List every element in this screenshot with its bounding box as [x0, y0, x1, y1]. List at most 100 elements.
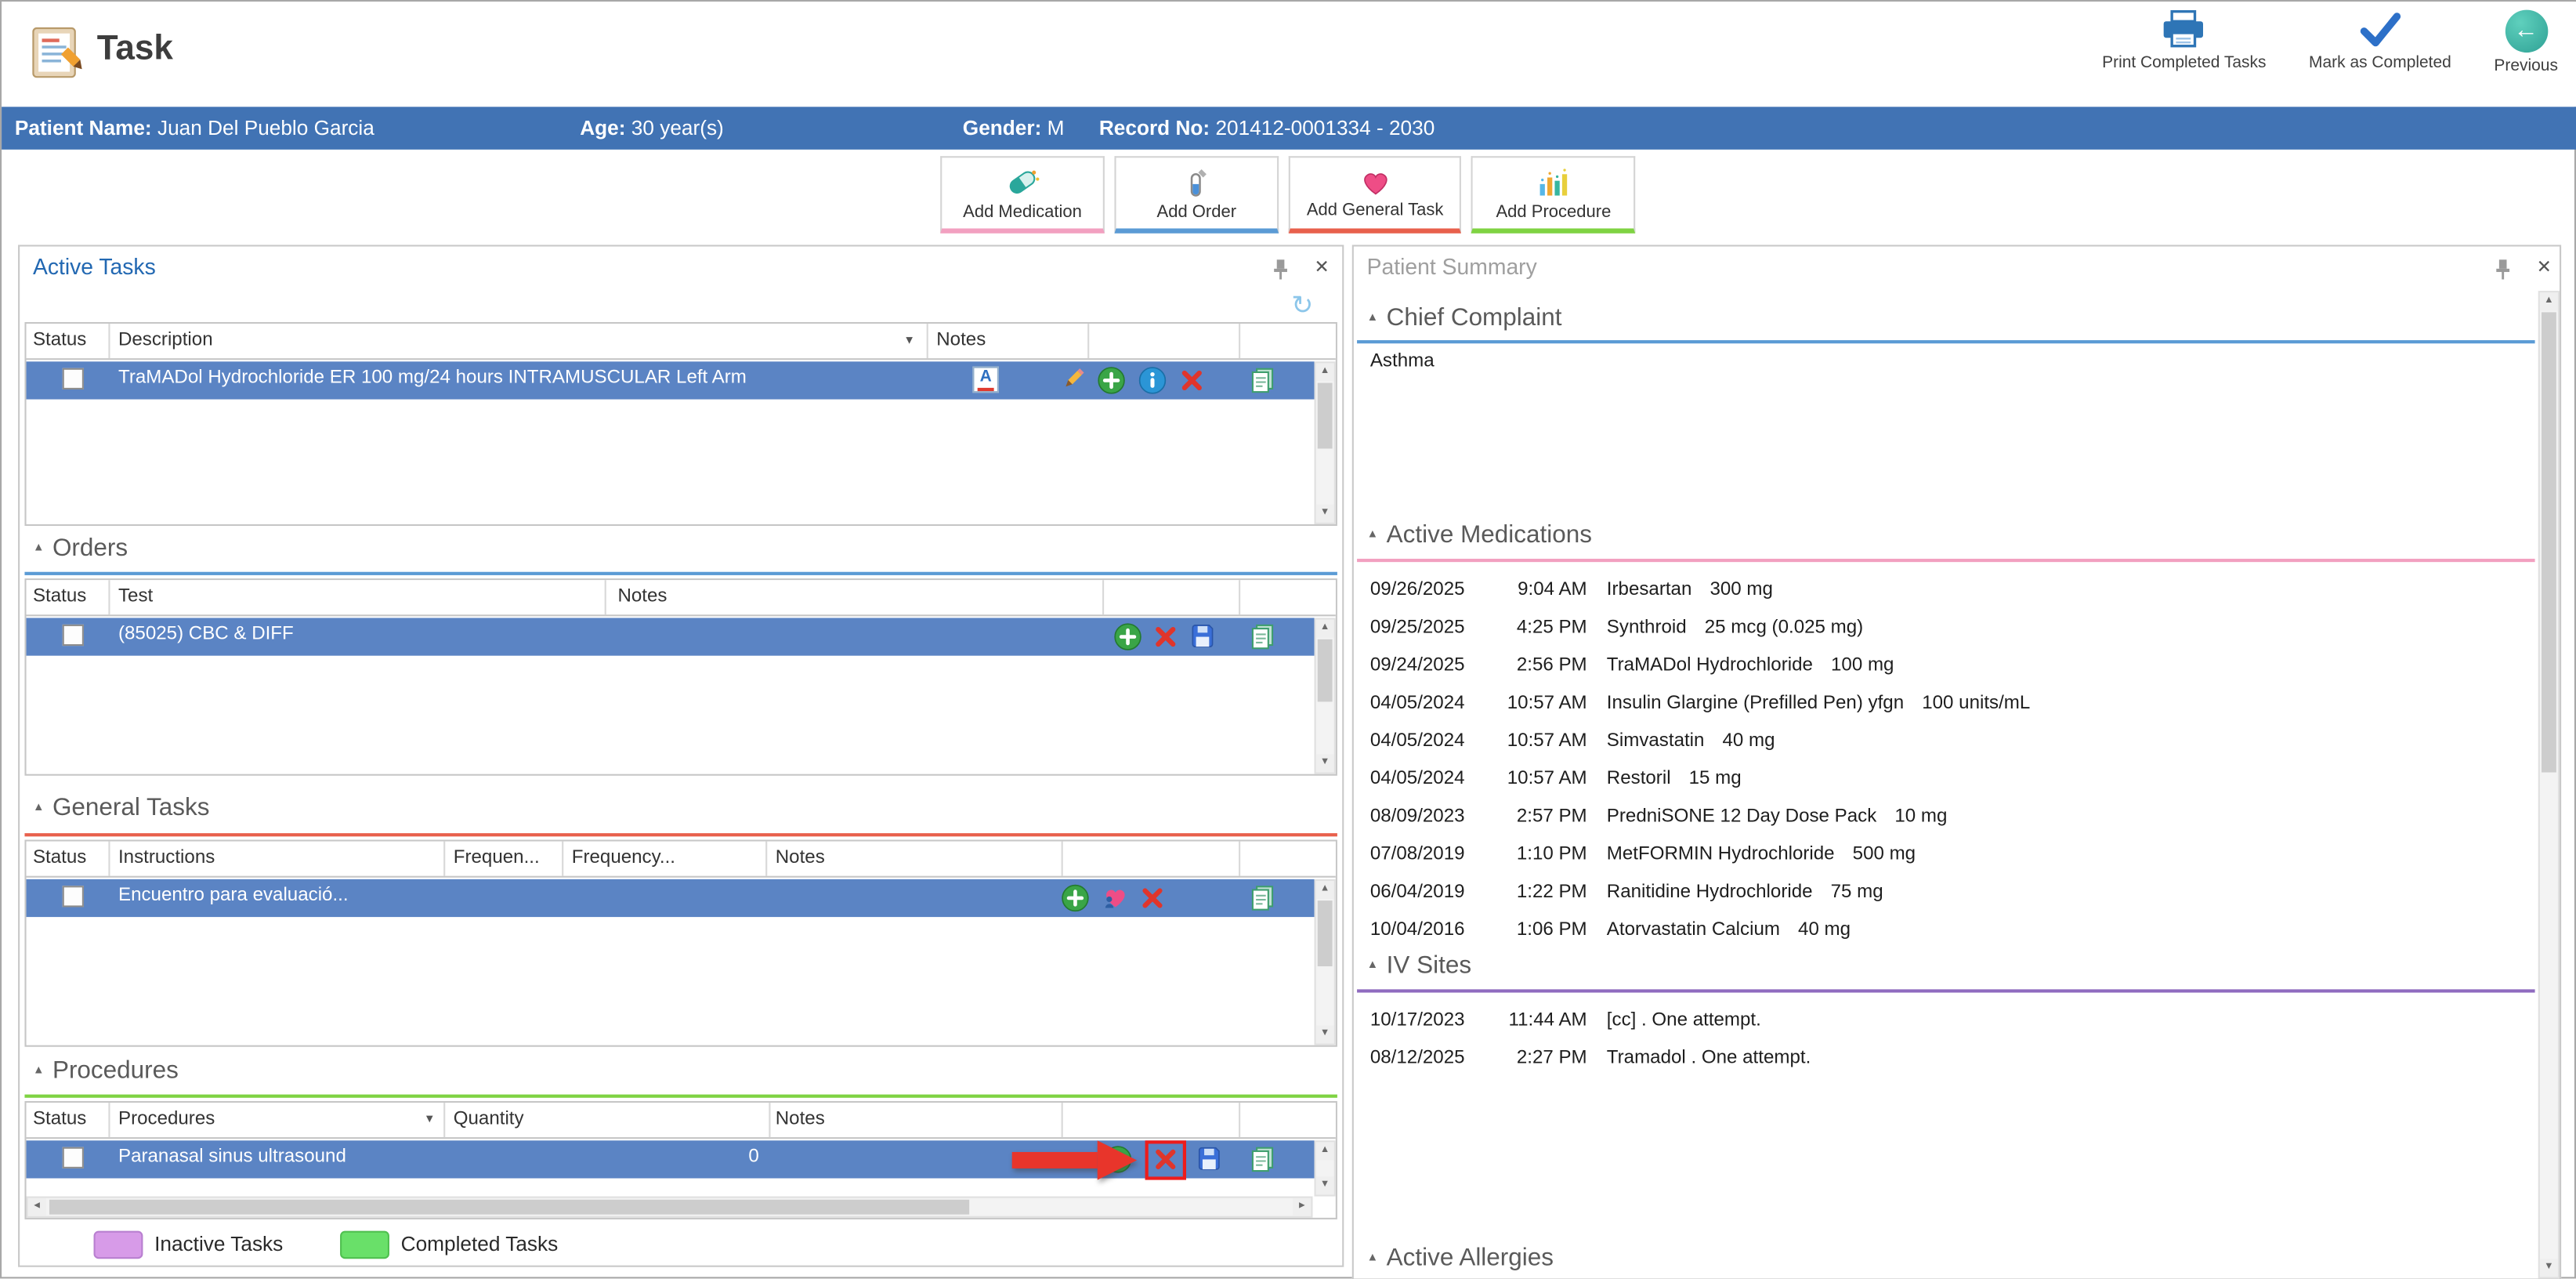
copy-task-icon[interactable] — [1249, 623, 1277, 651]
scrollbar-thumb[interactable] — [49, 1200, 969, 1215]
scroll-up-icon[interactable]: ▲ — [1316, 363, 1334, 381]
refresh-icon[interactable]: ↻ — [1291, 289, 1313, 322]
task-row[interactable]: TraMADol Hydrochloride ER 100 mg/24 hour… — [27, 361, 1315, 399]
scroll-up-icon[interactable]: ▲ — [1316, 881, 1334, 899]
info-icon[interactable] — [1138, 367, 1167, 395]
procedures-scrollbar[interactable]: ▲ ▼ — [1315, 1140, 1336, 1196]
scrollbar-thumb[interactable] — [1318, 383, 1333, 449]
pin-icon[interactable] — [2494, 258, 2512, 281]
column-notes[interactable]: Notes — [936, 330, 986, 350]
medication-row[interactable]: 04/05/2024 10:57 AM Simvastatin40 mg — [1354, 723, 2534, 761]
status-checkbox[interactable] — [63, 625, 84, 646]
add-general-task-button[interactable]: Add General Task — [1289, 156, 1462, 234]
iv-sites-section-header[interactable]: ▲ IV Sites — [1367, 951, 1471, 980]
medication-row[interactable]: 04/05/2024 10:57 AM Restoril15 mg — [1354, 761, 2534, 799]
vitals-heart-icon[interactable] — [1101, 884, 1131, 911]
column-procedures[interactable]: Procedures — [118, 1109, 215, 1129]
column-instructions[interactable]: Instructions — [118, 848, 215, 868]
scroll-up-icon[interactable]: ▲ — [1316, 620, 1334, 638]
scrollbar-thumb[interactable] — [1318, 900, 1333, 966]
status-checkbox[interactable] — [63, 1147, 84, 1168]
collapse-icon[interactable]: ▲ — [33, 1065, 45, 1077]
scroll-down-icon[interactable]: ▼ — [1316, 505, 1334, 523]
chief-complaint-section-header[interactable]: ▲ Chief Complaint — [1367, 304, 1562, 332]
medication-row[interactable]: 08/09/2023 2:57 PM PredniSONE 12 Day Dos… — [1354, 799, 2534, 836]
active-medications-section-header[interactable]: ▲ Active Medications — [1367, 521, 1592, 549]
add-procedure-button[interactable]: Add Procedure — [1471, 156, 1636, 234]
medication-row[interactable]: 09/25/2025 4:25 PM Synthroid25 mcg (0.02… — [1354, 610, 2534, 647]
add-medication-button[interactable]: Add Medication — [940, 156, 1105, 234]
add-icon[interactable] — [1114, 623, 1142, 651]
medication-row[interactable]: 09/24/2025 2:56 PM TraMADol Hydrochlorid… — [1354, 647, 2534, 685]
scroll-right-icon[interactable]: ► — [1293, 1198, 1311, 1216]
column-notes[interactable]: Notes — [776, 1109, 825, 1129]
medication-row[interactable]: 07/08/2019 1:10 PM MetFORMIN Hydrochlori… — [1354, 836, 2534, 874]
copy-task-icon[interactable] — [1249, 884, 1277, 912]
delete-x-icon[interactable] — [1153, 1147, 1178, 1172]
column-status[interactable]: Status — [33, 587, 86, 607]
mark-as-completed-button[interactable]: Mark as Completed — [2309, 10, 2451, 76]
copy-task-icon[interactable] — [1249, 367, 1277, 395]
scroll-left-icon[interactable]: ◄ — [28, 1198, 46, 1216]
close-icon[interactable]: ✕ — [2537, 256, 2552, 279]
general-tasks-section-header[interactable]: ▲ General Tasks — [33, 794, 210, 822]
previous-button[interactable]: ← Previous — [2494, 10, 2558, 76]
column-notes[interactable]: Notes — [776, 848, 825, 868]
column-quantity[interactable]: Quantity — [454, 1109, 524, 1129]
scrollbar-thumb[interactable] — [1318, 640, 1333, 702]
collapse-icon[interactable]: ▲ — [1367, 312, 1379, 324]
scroll-down-icon[interactable]: ▼ — [1316, 754, 1334, 772]
column-status[interactable]: Status — [33, 1109, 86, 1129]
iv-site-row[interactable]: 08/12/2025 2:27 PM Tramadol . One attemp… — [1354, 1040, 2534, 1078]
scroll-up-icon[interactable]: ▲ — [2540, 292, 2558, 310]
copy-task-icon[interactable] — [1249, 1146, 1277, 1174]
delete-x-icon[interactable] — [1180, 368, 1204, 393]
column-frequency-short[interactable]: Frequen... — [454, 848, 540, 868]
delete-x-icon[interactable] — [1153, 625, 1178, 649]
save-disk-icon[interactable] — [1196, 1146, 1223, 1172]
description-sort-icon[interactable]: ▼ — [903, 335, 915, 347]
add-icon[interactable] — [1098, 367, 1126, 395]
medication-row[interactable]: 04/05/2024 10:57 AM Insulin Glargine (Pr… — [1354, 685, 2534, 723]
collapse-icon[interactable]: ▲ — [1367, 960, 1379, 972]
procedures-section-header[interactable]: ▲ Procedures — [33, 1056, 179, 1085]
notes-abc-icon[interactable]: A — [972, 367, 999, 393]
add-icon[interactable] — [1062, 884, 1090, 912]
iv-site-row[interactable]: 10/17/2023 11:44 AM [cc] . One attempt. — [1354, 1002, 2534, 1040]
column-frequency[interactable]: Frequency... — [572, 848, 675, 868]
column-status[interactable]: Status — [33, 848, 86, 868]
active-tasks-scrollbar[interactable]: ▲ ▼ — [1315, 361, 1336, 524]
medication-row[interactable]: 09/26/2025 9:04 AM Irbesartan300 mg — [1354, 572, 2534, 610]
delete-x-icon[interactable] — [1140, 886, 1164, 910]
print-completed-tasks-button[interactable]: Print Completed Tasks — [2102, 10, 2266, 76]
orders-scrollbar[interactable]: ▲ ▼ — [1315, 618, 1336, 774]
column-status[interactable]: Status — [33, 330, 86, 350]
column-notes[interactable]: Notes — [617, 587, 667, 607]
orders-section-header[interactable]: ▲ Orders — [33, 534, 128, 563]
column-description[interactable]: Description — [118, 330, 213, 350]
procedure-row[interactable]: Paranasal sinus ultrasound 0 — [27, 1140, 1315, 1178]
procedures-h-scrollbar[interactable]: ◄ ► — [27, 1197, 1313, 1218]
patient-summary-scrollbar[interactable]: ▲ ▼ — [2538, 291, 2560, 1278]
add-order-button[interactable]: Add Order — [1114, 156, 1279, 234]
active-allergies-section-header[interactable]: ▲ Active Allergies — [1367, 1244, 1554, 1272]
collapse-icon[interactable]: ▲ — [1367, 529, 1379, 541]
order-row[interactable]: (85025) CBC & DIFF — [27, 618, 1315, 655]
column-test[interactable]: Test — [118, 587, 153, 607]
procedures-sort-icon[interactable]: ▼ — [424, 1114, 436, 1126]
status-checkbox[interactable] — [63, 886, 84, 907]
scroll-down-icon[interactable]: ▼ — [1316, 1025, 1334, 1043]
scroll-up-icon[interactable]: ▲ — [1316, 1142, 1334, 1160]
scroll-down-icon[interactable]: ▼ — [1316, 1176, 1334, 1194]
status-checkbox[interactable] — [63, 368, 84, 389]
pin-icon[interactable] — [1272, 258, 1290, 281]
general-task-row[interactable]: Encuentro para evaluació... — [27, 879, 1315, 917]
add-icon[interactable] — [1104, 1146, 1132, 1174]
collapse-icon[interactable]: ▲ — [33, 542, 45, 554]
collapse-icon[interactable]: ▲ — [33, 802, 45, 813]
save-disk-icon[interactable] — [1189, 623, 1216, 650]
general-tasks-scrollbar[interactable]: ▲ ▼ — [1315, 879, 1336, 1045]
collapse-icon[interactable]: ▲ — [1367, 1252, 1379, 1264]
scrollbar-thumb[interactable] — [2542, 312, 2556, 772]
scroll-down-icon[interactable]: ▼ — [2540, 1259, 2558, 1277]
